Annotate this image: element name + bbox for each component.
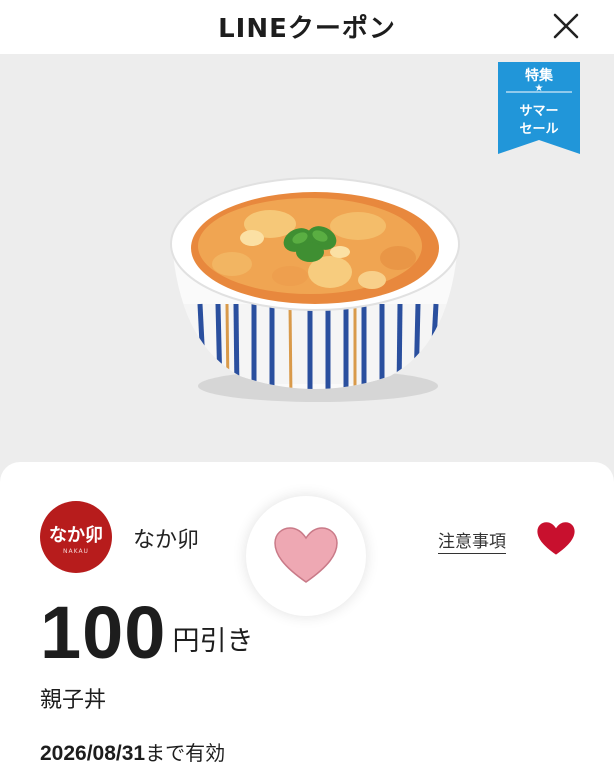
terms-link[interactable]: 注意事項 [438, 527, 506, 554]
heart-icon [537, 522, 575, 555]
favorite-button[interactable] [246, 496, 366, 616]
ribbon-label-feature: 特集 [525, 68, 553, 84]
expiry-text: 2026/08/31まで有効 [40, 737, 225, 766]
ribbon-label-sale: セール [519, 122, 559, 137]
shop-name[interactable]: なか卯 [133, 522, 199, 554]
like-button[interactable] [536, 521, 576, 561]
app-header: LINEクーポン [0, 0, 614, 54]
heart-outline-icon [274, 527, 338, 583]
shop-logo-subtext: NAKAU [63, 548, 89, 555]
page-title: LINEクーポン [218, 14, 396, 44]
coupon-hero-image: 特集 ★ サマー セール [0, 54, 614, 494]
discount-amount: 100 [40, 591, 167, 674]
discount-row: 100 円引き [40, 590, 253, 675]
close-button[interactable] [548, 8, 584, 44]
product-name: 親子丼 [40, 688, 107, 713]
expiry-date: 2026/08/31 [40, 742, 146, 765]
oyakodon-bowl-image [170, 177, 460, 402]
star-icon: ★ [534, 83, 544, 94]
summer-sale-badge: 特集 ★ サマー セール [498, 62, 580, 154]
shop-logo[interactable]: なか卯 NAKAU [40, 501, 112, 573]
discount-unit: 円引き [172, 626, 254, 657]
shop-logo-text: なか卯 [49, 525, 103, 546]
close-icon [553, 13, 579, 39]
expiry-suffix: まで有効 [145, 741, 226, 765]
ribbon-label-summer: サマー [519, 104, 559, 119]
